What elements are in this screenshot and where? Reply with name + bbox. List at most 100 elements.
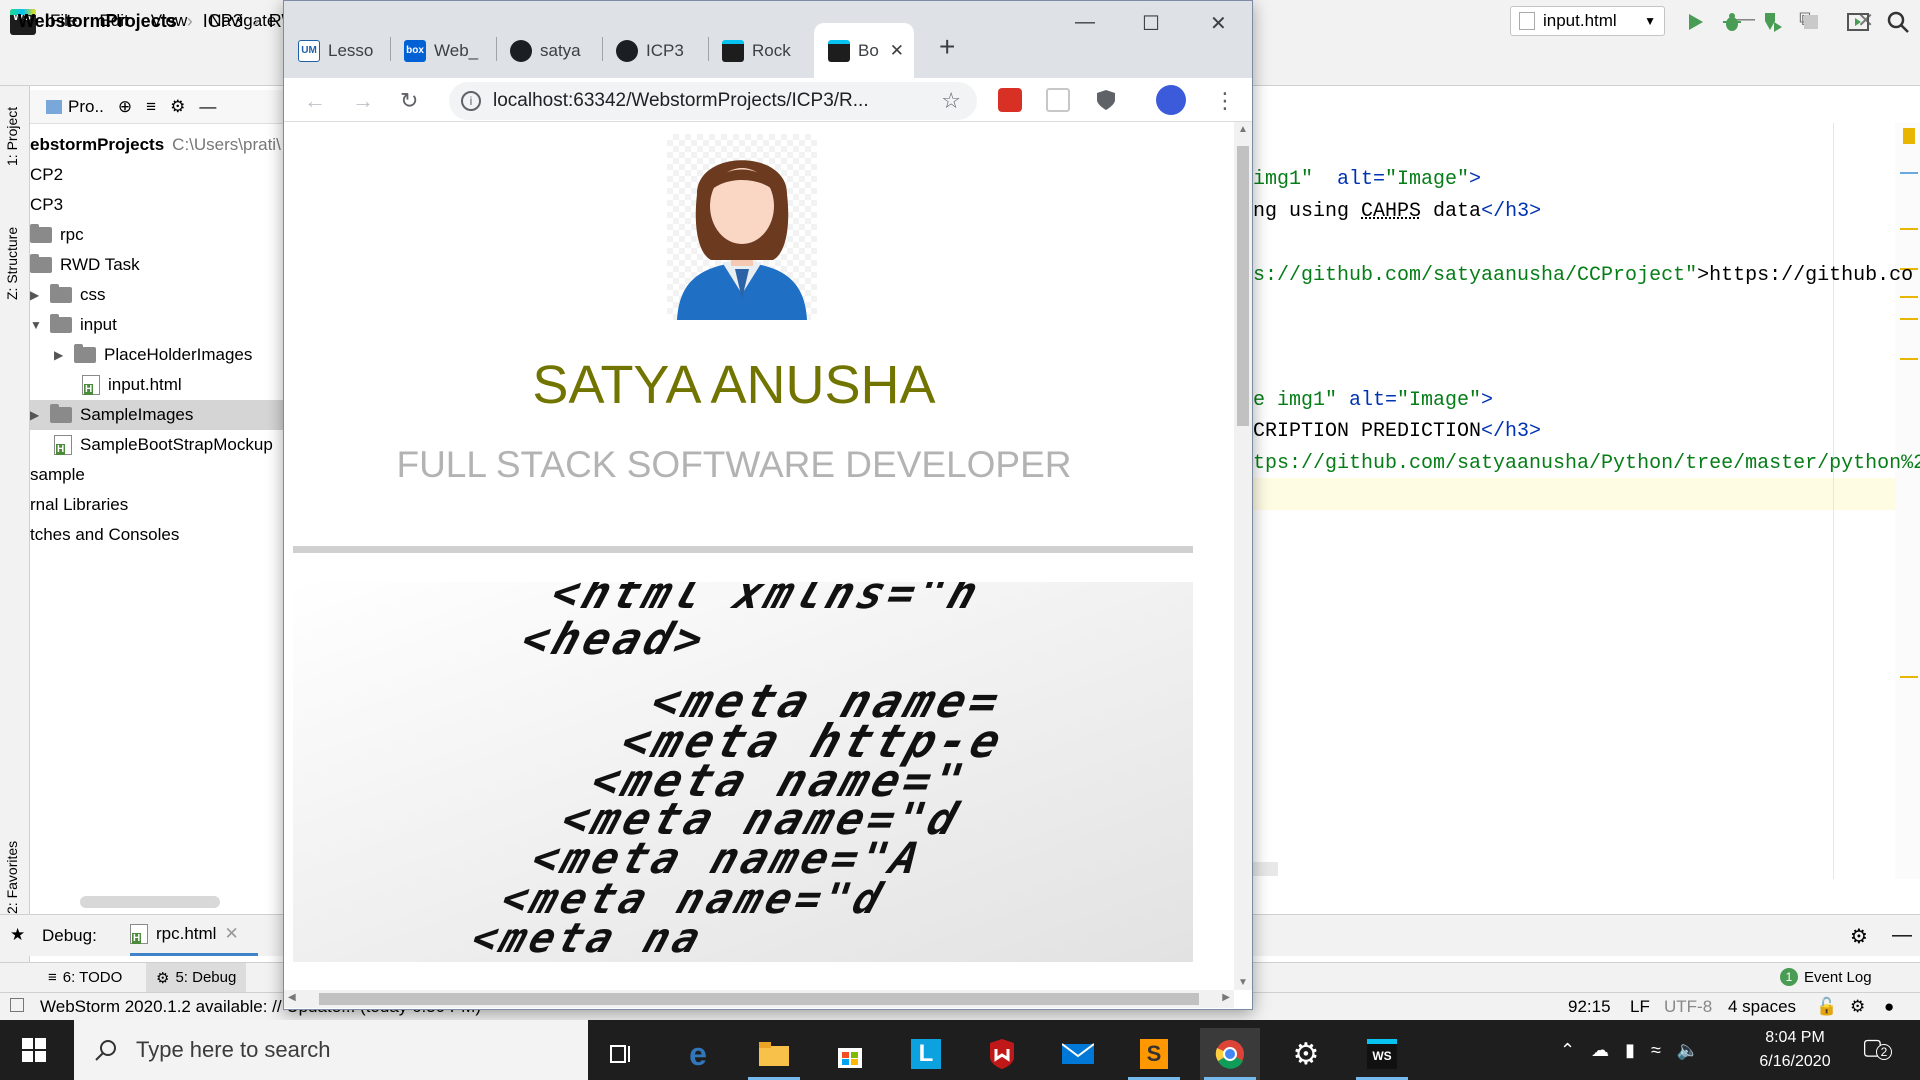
run-icon[interactable] — [1683, 10, 1707, 34]
store-icon[interactable] — [820, 1028, 880, 1080]
extension-icon[interactable] — [998, 88, 1022, 112]
stripe-mark[interactable] — [1900, 172, 1918, 174]
close-tab-icon[interactable]: ✕ — [890, 41, 904, 61]
browser-tab[interactable]: Rock — [708, 23, 813, 78]
reload-icon[interactable]: ↻ — [400, 88, 418, 114]
browser-tab-active[interactable]: Bo ✕ — [814, 23, 914, 78]
caret-position[interactable]: 92:15 — [1568, 997, 1611, 1017]
tool-tab-todo[interactable]: ≡ 6: TODO — [48, 969, 122, 986]
scroll-right-icon[interactable]: ▶ — [1222, 992, 1230, 1003]
hide-icon[interactable]: — — [199, 97, 216, 117]
browser-tab[interactable]: satya — [496, 23, 601, 78]
stripe-mark[interactable] — [1900, 358, 1918, 360]
close-icon[interactable]: ✕ — [1210, 11, 1227, 36]
maximize-icon[interactable]: ☐ — [1142, 11, 1160, 36]
tree-item[interactable]: rpc — [30, 220, 84, 250]
tree-item[interactable]: CP3 — [30, 190, 63, 220]
browser-tab[interactable]: box Web_ — [390, 23, 495, 78]
line-separator[interactable]: LF — [1630, 997, 1650, 1017]
tree-item[interactable]: ▶ PlaceHolderImages — [54, 340, 252, 370]
gear-icon[interactable]: ⚙ — [170, 97, 185, 117]
chevron-right-icon[interactable]: ▶ — [54, 348, 66, 362]
page-hscrollbar[interactable]: ◀ ▶ — [284, 990, 1234, 1008]
tree-item[interactable]: ▼ input — [30, 310, 117, 340]
chevron-up-icon[interactable]: ⌃ — [1560, 1040, 1575, 1061]
run-config-select[interactable]: input.html ▼ — [1510, 6, 1665, 36]
hide-icon[interactable]: — — [1892, 924, 1912, 947]
breadcrumb-item[interactable]: ICP3 — [203, 11, 243, 32]
debug-tab[interactable]: rpc.html ✕ — [130, 924, 239, 944]
inspector-icon[interactable]: ⚙ — [1850, 997, 1865, 1017]
hscroll-thumb[interactable] — [319, 993, 1199, 1005]
browser-tab[interactable]: UM Lesso — [284, 23, 389, 78]
more-menu-icon[interactable]: ⋮ — [1214, 88, 1236, 114]
tree-item[interactable]: RWD Task — [30, 250, 140, 280]
sublime-icon[interactable]: S — [1124, 1028, 1184, 1080]
volume-icon[interactable]: 🔈 — [1677, 1040, 1699, 1061]
project-hscrollbar[interactable] — [80, 896, 220, 908]
warning-icon[interactable] — [1903, 128, 1915, 144]
chrome-icon[interactable] — [1200, 1028, 1260, 1080]
forward-icon[interactable]: → — [352, 88, 374, 114]
tool-tab-debug[interactable]: ⚙ 5: Debug — [146, 963, 247, 993]
tool-tab-project[interactable]: 1: Project — [4, 107, 20, 166]
back-icon[interactable]: ← — [304, 88, 326, 114]
scroll-up-icon[interactable]: ▲ — [1238, 124, 1248, 135]
stripe-mark[interactable] — [1900, 676, 1918, 678]
indent-setting[interactable]: 4 spaces — [1728, 997, 1796, 1017]
close-icon[interactable]: ✕ — [224, 924, 238, 944]
taskbar-clock[interactable]: 8:04 PM 6/16/2020 — [1740, 1026, 1850, 1074]
extension-icon[interactable] — [1046, 88, 1070, 112]
editor-error-stripe[interactable] — [1895, 123, 1920, 879]
mail-icon[interactable] — [1048, 1028, 1108, 1080]
chevron-down-icon[interactable]: ▼ — [30, 318, 42, 332]
layout-icon[interactable] — [1846, 10, 1870, 34]
browser-tab[interactable]: ICP3 — [602, 23, 707, 78]
notification-icon[interactable]: ▢ 2 — [1862, 1034, 1892, 1060]
gear-icon[interactable]: ⚙ — [1850, 924, 1868, 949]
chevron-right-icon[interactable]: ▶ — [30, 288, 42, 302]
wifi-icon[interactable]: ≈ — [1651, 1040, 1661, 1061]
page-vscrollbar[interactable]: ▲ ▼ — [1234, 122, 1252, 990]
memory-icon[interactable]: ● — [1884, 997, 1894, 1017]
tool-tab-favorites[interactable]: 2: Favorites — [4, 841, 20, 914]
avatar[interactable] — [1156, 85, 1186, 115]
new-tab-button[interactable]: + — [939, 31, 955, 63]
coverage-icon[interactable] — [1760, 10, 1784, 34]
stop-icon[interactable] — [1799, 10, 1823, 34]
toggle-tool-windows-icon[interactable] — [10, 998, 24, 1012]
onedrive-icon[interactable]: ☁ — [1591, 1040, 1609, 1061]
tree-item[interactable]: sample — [30, 460, 85, 490]
minimize-icon[interactable]: — — [1075, 11, 1095, 34]
taskbar-search[interactable]: Type here to search — [74, 1020, 588, 1080]
chevron-right-icon[interactable]: ▶ — [30, 408, 42, 422]
stripe-mark[interactable] — [1900, 296, 1918, 298]
file-explorer-icon[interactable] — [744, 1028, 804, 1080]
lock-icon[interactable]: 🔓 — [1816, 997, 1837, 1017]
settings-gear-icon[interactable]: ⚙ — [1276, 1028, 1336, 1080]
lync-icon[interactable]: L — [896, 1028, 956, 1080]
tree-item[interactable]: CP2 — [30, 160, 63, 190]
windows-start-icon[interactable] — [22, 1038, 46, 1062]
tree-item[interactable]: ▶ css — [30, 280, 106, 310]
task-view-icon[interactable] — [592, 1028, 652, 1080]
shield-icon[interactable] — [1094, 88, 1118, 112]
stripe-mark[interactable] — [1900, 318, 1918, 320]
tool-tab-structure[interactable]: Z: Structure — [4, 227, 20, 300]
stripe-mark[interactable] — [1900, 228, 1918, 230]
info-icon[interactable]: i — [461, 91, 481, 111]
tree-item-selected[interactable]: ▶ SampleImages — [30, 400, 285, 430]
locate-icon[interactable]: ⊕ — [118, 97, 132, 117]
vscroll-thumb[interactable] — [1237, 146, 1249, 426]
edge-icon[interactable]: e — [668, 1028, 728, 1080]
scroll-left-icon[interactable]: ◀ — [288, 992, 296, 1003]
bookmark-star-icon[interactable]: ☆ — [941, 88, 961, 114]
breadcrumb-item[interactable]: WebstormProjects — [18, 11, 177, 32]
tree-item[interactable]: ebstormProjects C:\Users\prati\ — [30, 130, 281, 160]
battery-icon[interactable]: ▮ — [1625, 1040, 1635, 1061]
debug-icon[interactable] — [1720, 10, 1744, 34]
tree-item[interactable]: rnal Libraries — [30, 490, 128, 520]
tree-item[interactable]: tches and Consoles — [30, 520, 179, 550]
webstorm-icon[interactable]: WS — [1352, 1028, 1412, 1080]
scroll-down-icon[interactable]: ▼ — [1238, 977, 1248, 988]
